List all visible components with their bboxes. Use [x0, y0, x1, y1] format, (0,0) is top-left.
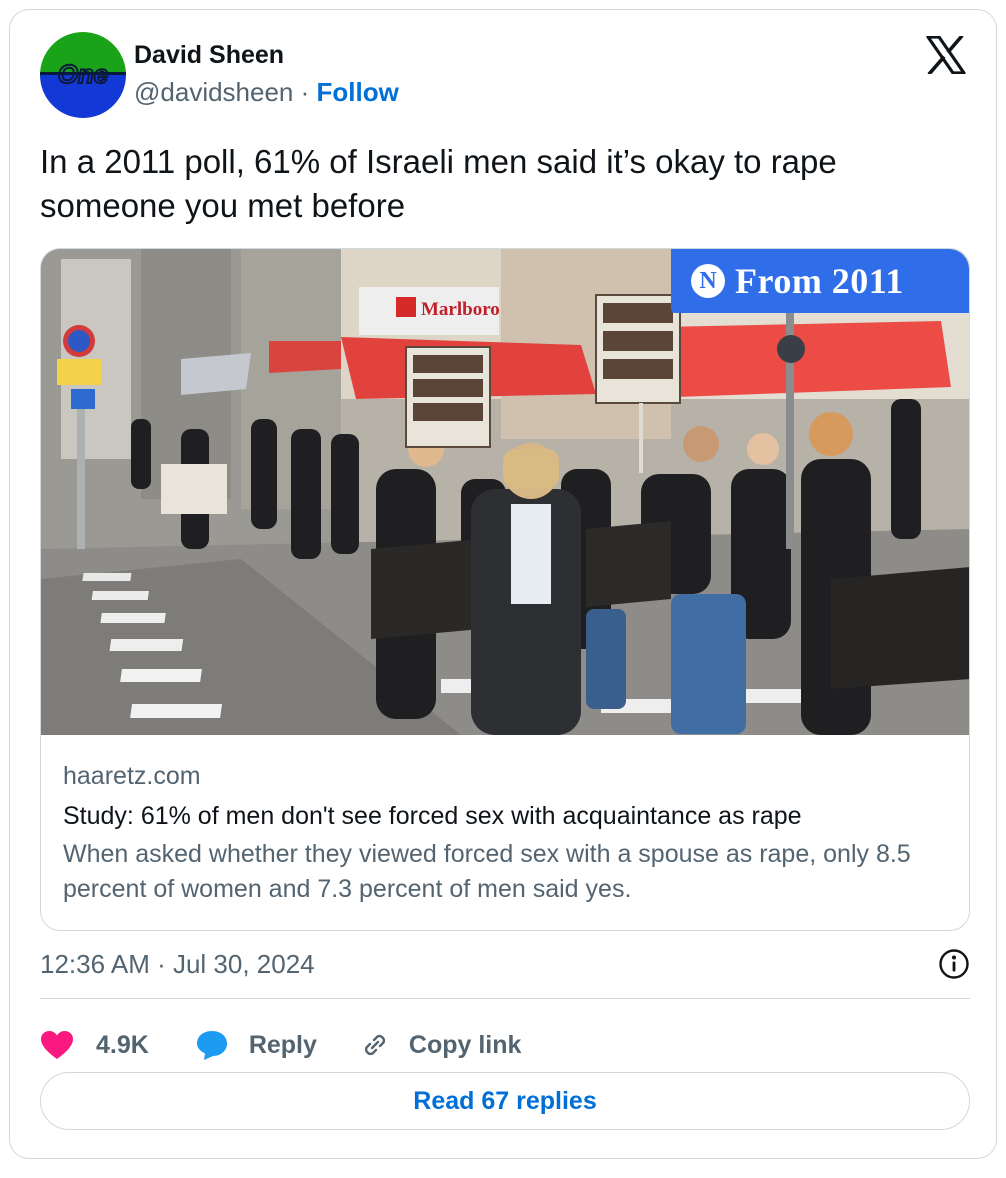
divider	[40, 998, 970, 999]
storefront-sign: Marlboro	[421, 299, 500, 320]
article-photo: Marlboro	[41, 249, 969, 735]
avatar[interactable]: One	[40, 32, 126, 118]
author-handle[interactable]: @davidsheen	[134, 77, 293, 107]
copy-link-label: Copy link	[408, 1030, 522, 1059]
from-2011-badge: N From 2011	[671, 249, 969, 313]
x-logo-icon[interactable]	[926, 34, 966, 76]
read-replies-button[interactable]: Read 67 replies	[40, 1072, 970, 1130]
reply-label: Reply	[248, 1030, 317, 1059]
like-button[interactable]: 4.9K	[40, 1030, 149, 1060]
link-description: When asked whether they viewed forced se…	[63, 840, 911, 903]
info-icon[interactable]	[938, 948, 970, 980]
avatar-logo-text: One	[58, 59, 109, 89]
tweet-timestamp[interactable]: 12:36 AM · Jul 30, 2024	[40, 949, 315, 979]
copy-link-button[interactable]: Copy link	[359, 1029, 522, 1061]
follow-button[interactable]: Follow	[317, 77, 399, 107]
heart-icon	[41, 1031, 73, 1059]
link-preview-card[interactable]: Marlboro N From 2011 haaretz.com Study: …	[40, 248, 970, 931]
haaretz-logo-icon: N	[691, 264, 725, 298]
link-icon	[364, 1034, 385, 1056]
tweet-card: One David Sheen @davidsheen · Follow In …	[9, 9, 997, 1159]
timestamp-row: 12:36 AM · Jul 30, 2024	[40, 946, 970, 982]
author-block: David Sheen @davidsheen · Follow	[134, 40, 399, 110]
handle-separator: ·	[300, 77, 310, 107]
reply-bubble-icon	[196, 1031, 227, 1060]
tweet-text: In a 2011 poll, 61% of Israeli men said …	[40, 143, 837, 224]
link-domain: haaretz.com	[63, 762, 201, 790]
author-name[interactable]: David Sheen	[134, 40, 399, 70]
action-bar: 4.9K Reply Copy link	[40, 1018, 521, 1072]
like-count: 4.9K	[96, 1030, 149, 1059]
link-meta: haaretz.com Study: 61% of men don't see …	[63, 759, 953, 907]
read-replies-label: Read 67 replies	[413, 1086, 597, 1115]
author-handle-line: @davidsheen · Follow	[134, 74, 399, 110]
badge-label: From 2011	[735, 261, 904, 301]
reply-button[interactable]: Reply	[195, 1029, 317, 1061]
link-title[interactable]: Study: 61% of men don't see forced sex w…	[63, 799, 953, 833]
